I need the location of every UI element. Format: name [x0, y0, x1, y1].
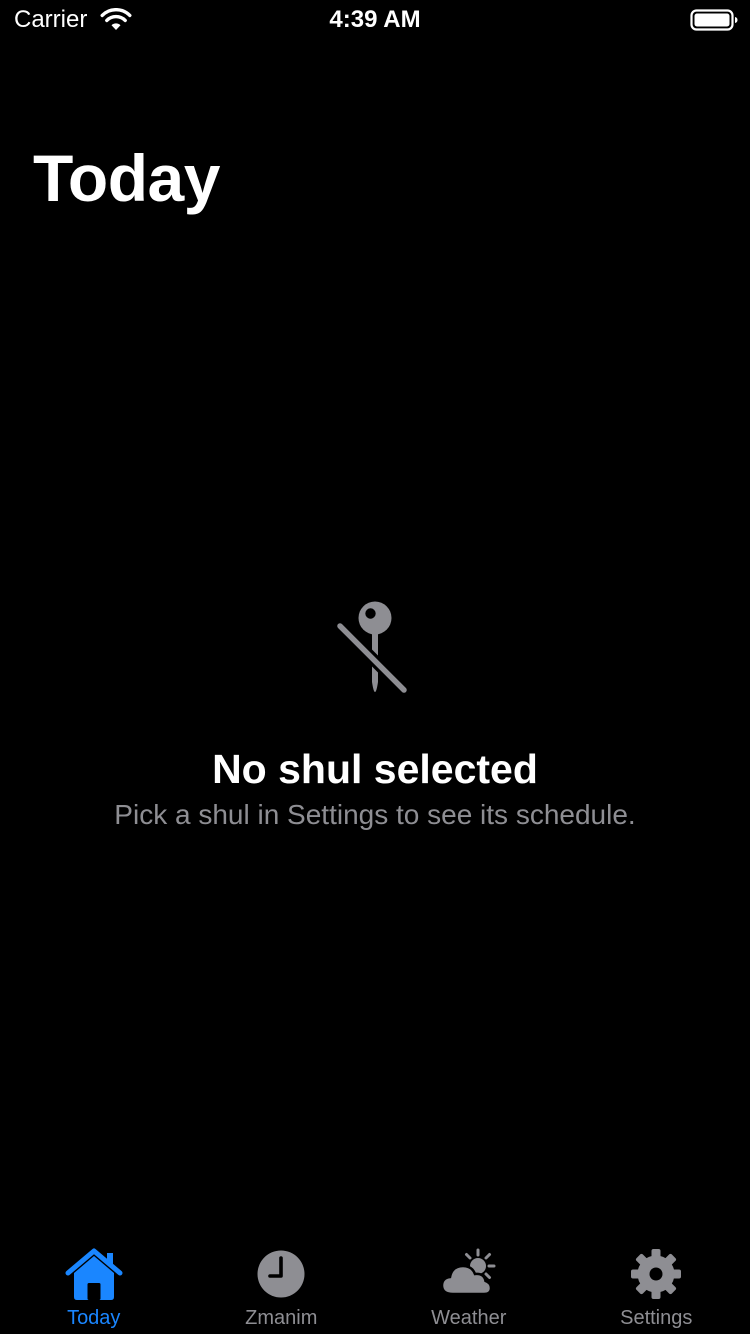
tab-settings[interactable]: Settings [563, 1236, 750, 1334]
gear-icon [631, 1249, 682, 1299]
tab-label: Zmanim [245, 1307, 318, 1329]
tab-bar: Today Zmanim Weather Settings [0, 1236, 750, 1334]
house-icon [65, 1248, 123, 1300]
empty-state: No shul selected Pick a shul in Settings… [0, 596, 750, 832]
status-time: 4:39 AM [329, 6, 421, 33]
empty-state-title: No shul selected [212, 746, 538, 792]
tab-label: Settings [620, 1307, 693, 1329]
tab-weather[interactable]: Weather [375, 1236, 563, 1334]
tab-today[interactable]: Today [0, 1236, 188, 1334]
page-title: Today [33, 141, 220, 215]
tab-label: Today [67, 1307, 121, 1329]
cloud-sun-icon [440, 1248, 496, 1296]
battery-icon [690, 9, 738, 31]
tab-label: Weather [431, 1307, 507, 1329]
tab-zmanim[interactable]: Zmanim [188, 1236, 376, 1334]
status-bar: Carrier 4:39 AM [0, 0, 750, 40]
empty-state-subtitle: Pick a shul in Settings to see its sched… [114, 799, 636, 830]
clock-icon [257, 1250, 305, 1298]
mappin-slash-icon [334, 601, 410, 696]
